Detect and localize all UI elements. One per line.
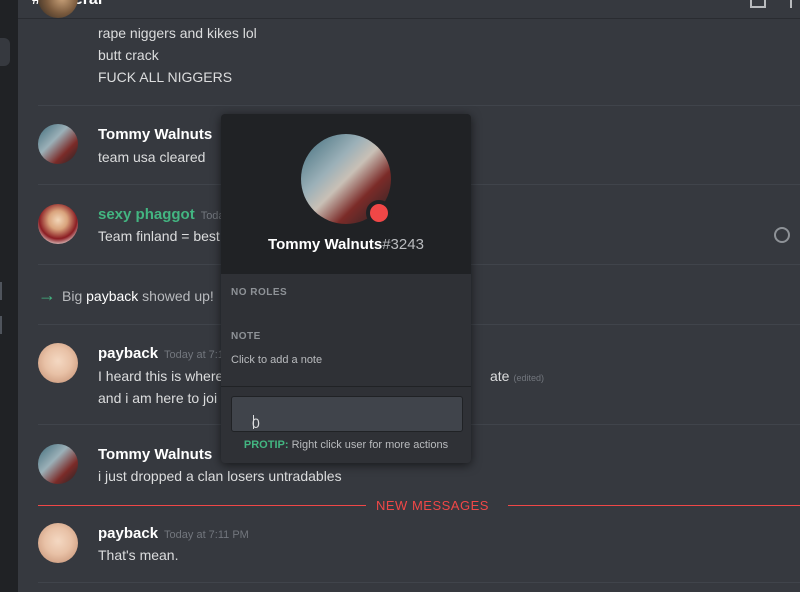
- message-text: butt crack: [98, 47, 159, 63]
- avatar[interactable]: [38, 204, 78, 244]
- message-text: FUCK ALL NIGGERS: [98, 69, 233, 85]
- user-popout: Tommy Walnuts#3243 NO ROLES NOTE Click t…: [221, 114, 471, 463]
- join-suffix: showed up!: [142, 288, 214, 304]
- message-divider: [38, 105, 800, 106]
- avatar[interactable]: [38, 0, 78, 18]
- note-header: NOTE: [231, 331, 261, 342]
- message-text-tail: ate (edited): [490, 368, 544, 384]
- message-text: Team finland = best: [98, 228, 220, 244]
- username[interactable]: Tommy Walnuts: [98, 446, 212, 463]
- timestamp: Today at 7:11 PM: [164, 529, 249, 541]
- discriminator: #3243: [382, 236, 424, 253]
- new-messages-line: [38, 505, 366, 506]
- username[interactable]: Tommy Walnuts: [98, 126, 212, 143]
- new-messages-label: NEW MESSAGES: [376, 498, 489, 513]
- server-indicator: [0, 316, 2, 334]
- message-text: I heard this is where: [98, 368, 224, 384]
- popout-header: Tommy Walnuts#3243: [221, 114, 471, 274]
- join-username[interactable]: payback: [86, 288, 138, 304]
- message-text: team usa cleared: [98, 149, 206, 165]
- message-text: That's mean.: [98, 547, 179, 563]
- guild-sidebar: [0, 0, 18, 592]
- message-text: i just dropped a clan losers untradables: [98, 468, 342, 484]
- join-prefix: Big: [62, 288, 83, 304]
- username[interactable]: sexy phaggot Today: [98, 206, 230, 223]
- avatar[interactable]: [38, 343, 78, 383]
- username[interactable]: payback Today at 7:1: [98, 345, 224, 362]
- roles-header: NO ROLES: [231, 287, 288, 298]
- join-message: → Big payback showed up!: [38, 285, 214, 306]
- text-caret: [253, 415, 254, 429]
- message-text-tail-text: ate: [490, 368, 510, 384]
- username[interactable]: payback Today at 7:11 PM: [98, 525, 249, 542]
- add-reaction-icon[interactable]: [774, 227, 790, 243]
- username-text[interactable]: payback: [98, 345, 158, 362]
- avatar[interactable]: [38, 523, 78, 563]
- message-input[interactable]: 0: [231, 396, 463, 432]
- protip-label: PROTIP:: [243, 439, 289, 451]
- message-text: rape niggers and kikes lol: [98, 25, 257, 41]
- arrow-right-icon: →: [38, 285, 56, 305]
- popout-username: Tommy Walnuts#3243: [221, 236, 471, 253]
- popout-divider: [221, 386, 471, 387]
- new-messages-divider: NEW MESSAGES: [38, 498, 800, 513]
- message-text: and i am here to joi: [98, 390, 218, 406]
- timestamp: Today at 7:1: [164, 349, 224, 361]
- message-divider: [38, 582, 800, 583]
- username-text[interactable]: sexy phaggot: [98, 206, 195, 223]
- protip-text: Right click user for more actions: [291, 439, 449, 451]
- avatar[interactable]: [38, 124, 78, 164]
- edited-label: (edited): [513, 373, 544, 383]
- add-server-button[interactable]: [0, 38, 10, 66]
- username-text[interactable]: payback: [98, 525, 158, 542]
- new-messages-line: [508, 505, 800, 506]
- popout-username-text: Tommy Walnuts: [268, 236, 383, 253]
- server-indicator: [0, 282, 2, 300]
- status-dnd-icon: [366, 200, 392, 226]
- avatar[interactable]: [38, 444, 78, 484]
- protip: PROTIP: Right click user for more action…: [221, 439, 471, 451]
- note-input[interactable]: Click to add a note: [231, 354, 322, 366]
